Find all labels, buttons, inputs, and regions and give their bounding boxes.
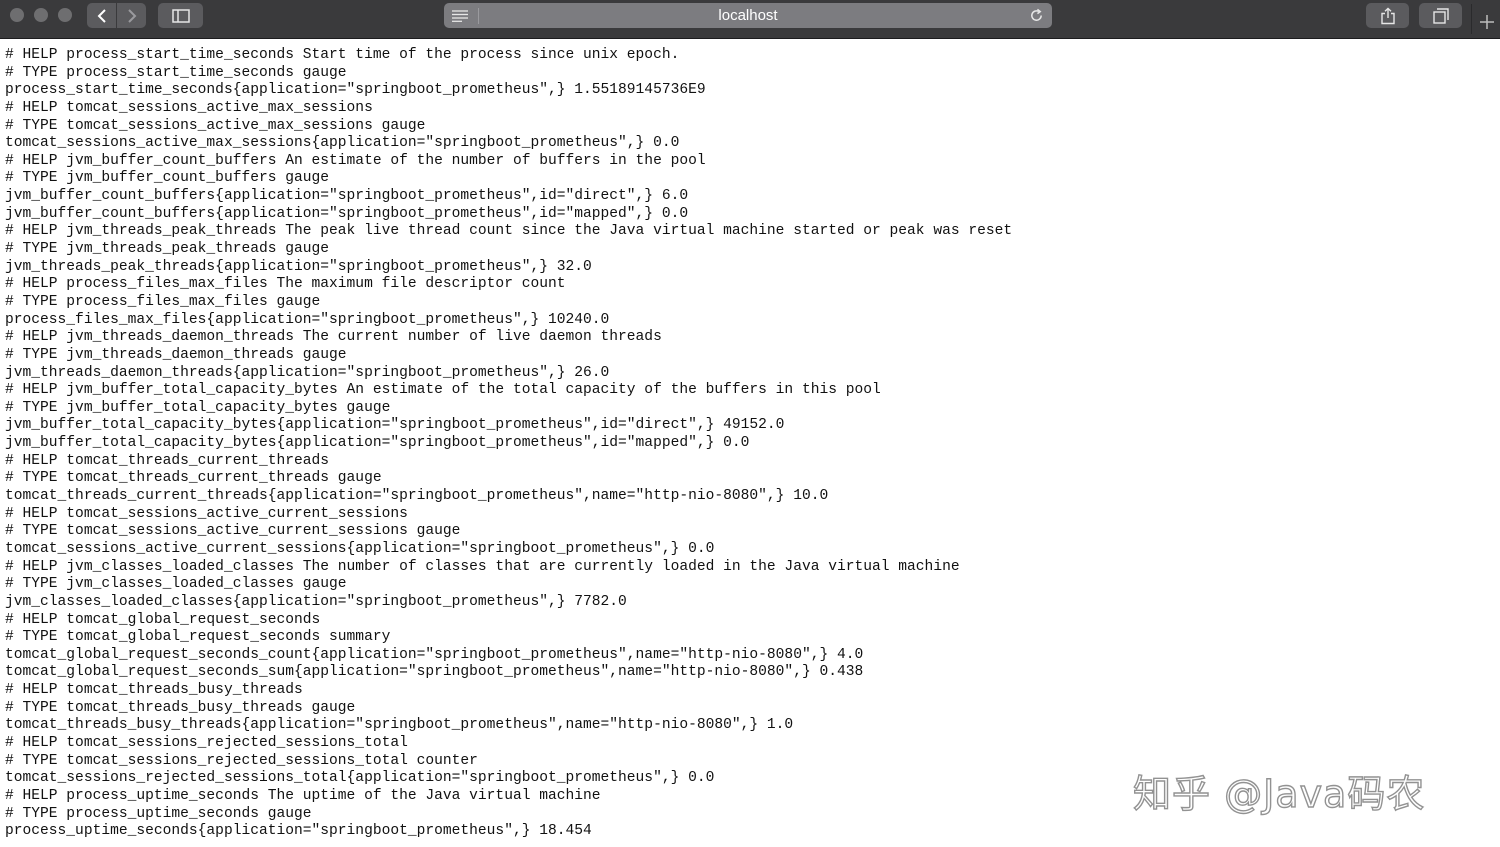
tabs-icon	[1432, 7, 1449, 24]
metric-line: tomcat_sessions_active_max_sessions{appl…	[5, 135, 680, 152]
metric-line: tomcat_global_request_seconds_count{appl…	[5, 646, 864, 663]
reload-icon[interactable]	[1029, 8, 1044, 28]
metric-line: # TYPE tomcat_sessions_active_current_se…	[5, 523, 461, 540]
metric-line: # TYPE jvm_threads_peak_threads gauge	[5, 241, 330, 258]
address-bar[interactable]: localhost	[444, 3, 1052, 28]
metric-line: # HELP process_start_time_seconds Start …	[5, 47, 680, 63]
metric-line: # HELP jvm_classes_loaded_classes The nu…	[5, 558, 960, 575]
metric-line: # TYPE process_files_max_files gauge	[5, 293, 321, 310]
watermark-text: 知乎 @Java码农	[1132, 771, 1426, 816]
minimize-window-icon[interactable]	[34, 8, 48, 22]
share-icon	[1380, 7, 1395, 24]
metric-line: # HELP tomcat_global_request_seconds	[5, 611, 321, 628]
metric-line: # HELP tomcat_sessions_active_max_sessio…	[5, 99, 373, 116]
metric-line: jvm_buffer_total_capacity_bytes{applicat…	[5, 435, 750, 452]
metric-line: process_uptime_seconds{application="spri…	[5, 823, 592, 840]
metric-line: # HELP process_files_max_files The maxim…	[5, 276, 566, 293]
metric-line: # TYPE jvm_buffer_total_capacity_bytes g…	[5, 399, 391, 416]
metric-line: # HELP tomcat_threads_current_threads	[5, 452, 330, 469]
metric-line: # HELP tomcat_sessions_rejected_sessions…	[5, 734, 408, 751]
metric-line: jvm_threads_daemon_threads{application="…	[5, 364, 610, 381]
metric-line: # HELP jvm_threads_daemon_threads The cu…	[5, 329, 662, 346]
chevron-right-icon	[127, 8, 136, 23]
address-url[interactable]: localhost	[444, 7, 1052, 24]
metric-line: tomcat_threads_current_threads{applicati…	[5, 488, 829, 505]
back-button[interactable]	[87, 3, 116, 28]
metric-line: # TYPE tomcat_global_request_seconds sum…	[5, 629, 391, 646]
metric-line: # HELP jvm_threads_peak_threads The peak…	[5, 223, 1013, 240]
metric-line: # TYPE tomcat_sessions_active_max_sessio…	[5, 117, 426, 134]
metric-line: process_files_max_files{application="spr…	[5, 311, 610, 328]
plus-icon	[1480, 15, 1494, 29]
metric-line: tomcat_threads_busy_threads{application=…	[5, 717, 794, 734]
metric-line: # HELP tomcat_threads_busy_threads	[5, 682, 303, 699]
metric-line: # TYPE jvm_buffer_count_buffers gauge	[5, 170, 330, 187]
metric-line: tomcat_sessions_active_current_sessions{…	[5, 540, 715, 557]
metric-line: # HELP jvm_buffer_count_buffers An estim…	[5, 152, 706, 169]
metric-line: jvm_buffer_total_capacity_bytes{applicat…	[5, 417, 785, 434]
sidebar-button[interactable]	[158, 3, 203, 28]
metrics-text-output: # HELP process_start_time_seconds Start …	[5, 47, 1495, 847]
metric-line: jvm_buffer_count_buffers{application="sp…	[5, 205, 689, 222]
show-tabs-button[interactable]	[1419, 3, 1462, 28]
new-tab-button[interactable]	[1471, 4, 1500, 34]
metric-line: jvm_threads_peak_threads{application="sp…	[5, 258, 592, 275]
metric-line: # TYPE tomcat_threads_current_threads ga…	[5, 470, 382, 487]
sidebar-icon	[171, 8, 190, 23]
forward-button[interactable]	[117, 3, 146, 28]
metric-line: jvm_classes_loaded_classes{application="…	[5, 593, 627, 610]
share-button[interactable]	[1366, 3, 1409, 28]
browser-toolbar: localhost	[0, 0, 1500, 39]
metric-line: # TYPE jvm_threads_daemon_threads gauge	[5, 346, 347, 363]
metric-line: process_start_time_seconds{application="…	[5, 82, 706, 99]
chevron-left-icon	[97, 8, 106, 23]
metric-line: # HELP tomcat_sessions_active_current_se…	[5, 505, 408, 522]
metric-line: jvm_buffer_count_buffers{application="sp…	[5, 188, 689, 205]
metric-line: # TYPE tomcat_threads_busy_threads gauge	[5, 699, 356, 716]
close-window-icon[interactable]	[10, 8, 24, 22]
metric-line: # HELP jvm_buffer_total_capacity_bytes A…	[5, 382, 881, 399]
zoom-window-icon[interactable]	[58, 8, 72, 22]
metric-line: # TYPE process_start_time_seconds gauge	[5, 64, 347, 81]
metric-line: # TYPE jvm_classes_loaded_classes gauge	[5, 576, 347, 593]
metric-line: tomcat_global_request_seconds_sum{applic…	[5, 664, 864, 681]
